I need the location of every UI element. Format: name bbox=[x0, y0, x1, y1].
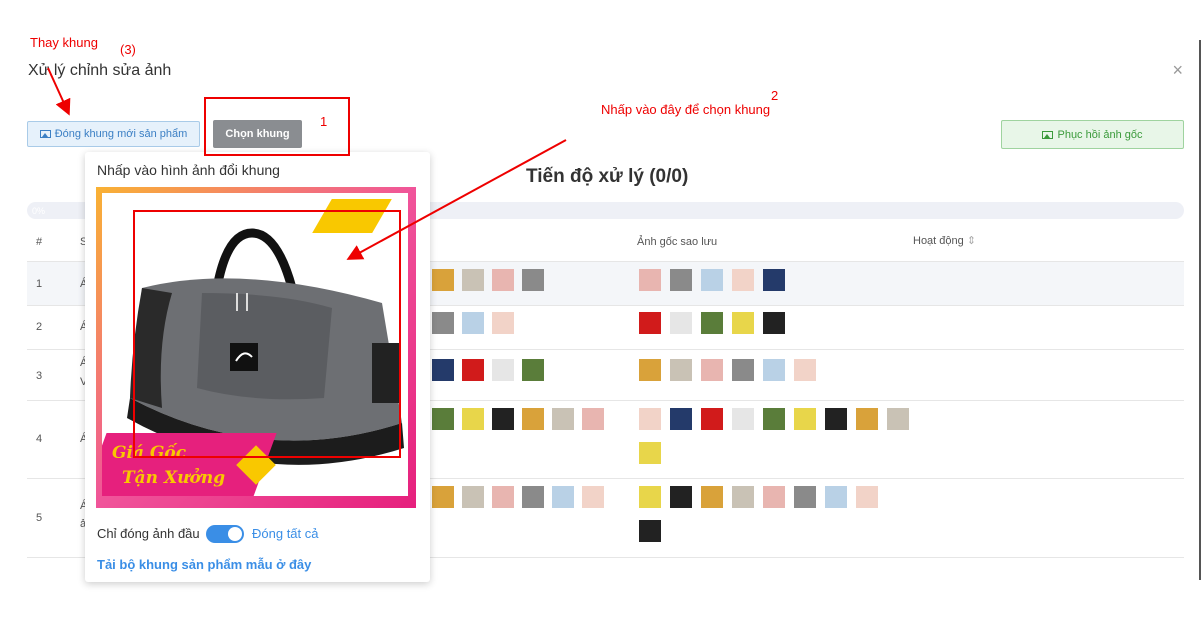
sort-icon[interactable]: ⇕ bbox=[967, 235, 976, 247]
product-thumbnail[interactable] bbox=[552, 408, 574, 430]
product-thumbnail[interactable] bbox=[462, 486, 484, 508]
row-index: 5 bbox=[36, 512, 43, 524]
product-thumbnail[interactable] bbox=[582, 486, 604, 508]
image-icon bbox=[39, 130, 51, 138]
backup-thumbnail[interactable] bbox=[670, 312, 692, 334]
progress-title: Tiến độ xử lý (0/0) bbox=[526, 166, 689, 187]
toggle-first-only-label: Chỉ đóng ảnh đầu bbox=[97, 526, 200, 541]
backup-thumbnail[interactable] bbox=[794, 359, 816, 381]
backup-thumbnail[interactable] bbox=[670, 359, 692, 381]
backup-thumbnail[interactable] bbox=[670, 408, 692, 430]
backup-thumbnail[interactable] bbox=[639, 520, 661, 542]
backup-thumbnail[interactable] bbox=[856, 408, 878, 430]
backup-thumbnail[interactable] bbox=[639, 442, 661, 464]
toggle-knob bbox=[228, 527, 242, 541]
popover-title: Nhấp vào hình ảnh đổi khung bbox=[97, 162, 280, 178]
backup-thumbnail[interactable] bbox=[701, 269, 723, 291]
backup-thumbnail[interactable] bbox=[856, 486, 878, 508]
backup-thumbnail[interactable] bbox=[763, 486, 785, 508]
backup-thumbnail[interactable] bbox=[763, 408, 785, 430]
product-thumbnail[interactable] bbox=[432, 408, 454, 430]
backup-thumbnail[interactable] bbox=[794, 486, 816, 508]
backup-thumbnail[interactable] bbox=[701, 408, 723, 430]
product-thumbnail[interactable] bbox=[492, 486, 514, 508]
product-thumbnail[interactable] bbox=[492, 408, 514, 430]
close-icon[interactable]: × bbox=[1172, 60, 1183, 81]
toggle-all-label: Đóng tất cả bbox=[252, 526, 319, 541]
backup-thumbnail[interactable] bbox=[794, 408, 816, 430]
modal-title: Xử lý chỉnh sửa ảnh bbox=[28, 62, 172, 79]
backup-thumbnail[interactable] bbox=[825, 408, 847, 430]
backup-thumbnail[interactable] bbox=[670, 269, 692, 291]
product-thumbnail[interactable] bbox=[522, 359, 544, 381]
backup-thumbnail[interactable] bbox=[701, 486, 723, 508]
backup-thumbnail[interactable] bbox=[732, 359, 754, 381]
frame-new-product-label: Đóng khung mới sản phẩm bbox=[54, 128, 188, 140]
col-header-index: # bbox=[36, 236, 43, 248]
annotation-step3: (3) bbox=[120, 42, 136, 57]
product-thumbnail[interactable] bbox=[522, 486, 544, 508]
backup-thumbnail[interactable] bbox=[701, 359, 723, 381]
image-icon bbox=[1042, 130, 1054, 139]
restore-original-button[interactable]: Phục hồi ảnh gốc bbox=[1001, 120, 1184, 149]
product-thumbnail[interactable] bbox=[522, 408, 544, 430]
backup-thumbnail[interactable] bbox=[701, 312, 723, 334]
product-thumbnail[interactable] bbox=[462, 312, 484, 334]
backup-thumbnail[interactable] bbox=[639, 269, 661, 291]
backup-thumbnail[interactable] bbox=[670, 486, 692, 508]
product-thumbnail[interactable] bbox=[432, 312, 454, 334]
backup-thumbnail[interactable] bbox=[763, 269, 785, 291]
product-thumbnail[interactable] bbox=[552, 486, 574, 508]
product-thumbnail[interactable] bbox=[432, 359, 454, 381]
backup-thumbnail[interactable] bbox=[763, 359, 785, 381]
col-header-action-label: Hoạt động bbox=[913, 235, 964, 247]
backup-thumbnail[interactable] bbox=[732, 312, 754, 334]
download-frames-link[interactable]: Tải bộ khung sản phẩm mẫu ở đây bbox=[97, 557, 311, 572]
annotation-click-here: Nhấp vào đây để chọn khung bbox=[601, 102, 771, 117]
col-header-backup: Ảnh gốc sao lưu bbox=[637, 236, 718, 248]
backup-thumbnail[interactable] bbox=[639, 486, 661, 508]
backup-thumbnail[interactable] bbox=[639, 312, 661, 334]
row-index: 2 bbox=[36, 321, 43, 333]
row-index: 3 bbox=[36, 370, 43, 382]
backup-thumbnail[interactable] bbox=[825, 486, 847, 508]
product-thumbnail[interactable] bbox=[492, 359, 514, 381]
window-edge-divider bbox=[1199, 40, 1201, 580]
annotation-step2: 2 bbox=[771, 88, 779, 103]
product-thumbnail[interactable] bbox=[582, 408, 604, 430]
product-thumbnail[interactable] bbox=[432, 486, 454, 508]
backup-thumbnail[interactable] bbox=[732, 269, 754, 291]
backup-thumbnail[interactable] bbox=[639, 408, 661, 430]
product-thumbnail[interactable] bbox=[462, 359, 484, 381]
annotation-box-choose-frame bbox=[204, 97, 350, 156]
annotation-box-frame-preview bbox=[133, 210, 401, 458]
backup-thumbnail[interactable] bbox=[887, 408, 909, 430]
product-thumbnail[interactable] bbox=[462, 408, 484, 430]
annotation-change-frame: Thay khung bbox=[30, 35, 98, 50]
product-thumbnail[interactable] bbox=[462, 269, 484, 291]
product-thumbnail[interactable] bbox=[492, 269, 514, 291]
progress-percent: 0% bbox=[32, 206, 46, 216]
restore-original-label: Phục hồi ảnh gốc bbox=[1057, 128, 1143, 141]
backup-thumbnail[interactable] bbox=[639, 359, 661, 381]
product-thumbnail[interactable] bbox=[492, 312, 514, 334]
row-index: 4 bbox=[36, 433, 43, 445]
product-thumbnail[interactable] bbox=[522, 269, 544, 291]
frame-text-line2: Tận Xưởng bbox=[122, 468, 226, 488]
backup-thumbnail[interactable] bbox=[763, 312, 785, 334]
backup-thumbnail[interactable] bbox=[732, 408, 754, 430]
backup-thumbnail[interactable] bbox=[732, 486, 754, 508]
frame-new-product-button[interactable]: Đóng khung mới sản phẩm bbox=[27, 121, 200, 147]
frame-all-toggle[interactable] bbox=[206, 525, 244, 543]
product-thumbnail[interactable] bbox=[432, 269, 454, 291]
col-header-action[interactable]: Hoạt động ⇕ bbox=[913, 234, 976, 247]
row-index: 1 bbox=[36, 278, 43, 290]
